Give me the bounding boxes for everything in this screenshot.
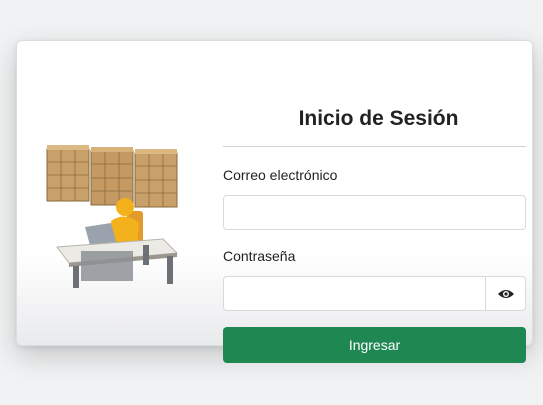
password-field[interactable]	[223, 276, 485, 311]
toggle-password-button[interactable]	[485, 276, 526, 311]
password-group	[223, 276, 526, 311]
login-form: Inicio de Sesión Correo electrónico Cont…	[223, 101, 526, 363]
login-card: Inicio de Sesión Correo electrónico Cont…	[16, 40, 533, 363]
email-field[interactable]	[223, 195, 526, 230]
eye-icon	[497, 289, 514, 298]
warehouse-worker-illustration	[45, 141, 195, 301]
email-label: Correo electrónico	[223, 167, 338, 183]
box-stacks-icon	[46, 145, 178, 208]
page-title: Inicio de Sesión	[298, 107, 459, 130]
submit-button[interactable]: Ingresar	[223, 327, 526, 363]
title-divider	[223, 146, 526, 147]
password-label: Contraseña	[223, 248, 296, 264]
